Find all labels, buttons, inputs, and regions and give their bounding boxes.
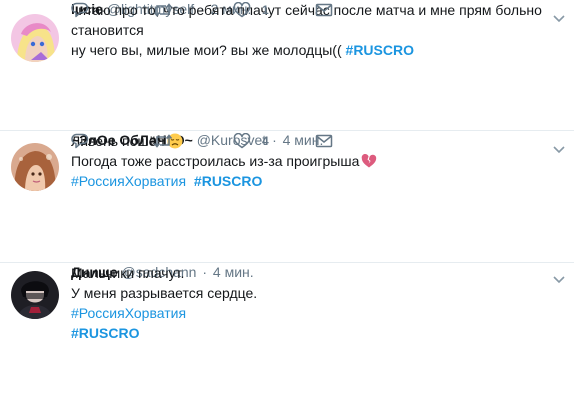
tweet-actions: 4	[71, 131, 371, 151]
direct-message-button[interactable]	[315, 0, 333, 20]
tweet-text-line: Погода тоже расстроилась из-за проигрыша	[71, 153, 360, 169]
tweet-text-line: Мальчики плачут.	[71, 265, 185, 281]
retweet-icon	[153, 134, 173, 148]
tweet-feed: lucie @lightitmyself · 2 мин. читаю про …	[0, 0, 574, 418]
hashtag-line: #РоссияХорватия	[71, 303, 561, 323]
hashtag-line: #РоссияХорватия #RUSCRO	[71, 171, 561, 191]
retweet-button[interactable]	[153, 0, 173, 20]
like-button[interactable]: 4	[233, 131, 269, 151]
avatar[interactable]	[11, 14, 59, 62]
reply-icon	[71, 133, 89, 149]
like-button[interactable]: 1	[233, 0, 269, 20]
hashtag-link[interactable]: #РоссияХорватия	[71, 173, 186, 189]
reply-icon	[71, 2, 89, 18]
hashtag-line: #RUSCRO	[71, 323, 561, 343]
direct-message-button[interactable]	[315, 131, 333, 151]
tweet-actions: 1	[71, 0, 371, 20]
envelope-icon	[315, 134, 333, 148]
tweet-text: Мальчики плачут. У меня разрывается серд…	[71, 263, 561, 418]
heart-icon	[233, 133, 251, 149]
broken-heart-icon	[362, 153, 377, 168]
envelope-icon	[315, 3, 333, 17]
tweet-text-line: ну чего вы, милые мои? вы же молодцы((	[71, 42, 342, 58]
avatar[interactable]	[11, 143, 59, 191]
like-count: 1	[262, 3, 269, 17]
retweet-button[interactable]	[153, 131, 173, 151]
hashtag-link[interactable]: #RUSCRO	[71, 325, 139, 341]
tweet-text-line: Погода тоже расстроилась из-за проигрыша	[71, 151, 561, 171]
reply-button[interactable]	[71, 0, 89, 20]
hashtag-link[interactable]: #RUSCRO	[346, 42, 414, 58]
avatar[interactable]	[11, 271, 59, 319]
tweet-text-line: становится	[71, 22, 144, 38]
hashtag-link[interactable]: #РоссияХорватия	[71, 305, 186, 321]
tweet-text-line: ну чего вы, милые мои? вы же молодцы(( #…	[71, 40, 561, 60]
heart-icon	[233, 2, 251, 18]
like-count: 4	[262, 134, 269, 148]
tweet-text-line: У меня разрывается сердце.	[71, 285, 258, 301]
reply-button[interactable]	[71, 131, 89, 151]
hashtag-link[interactable]: #RUSCRO	[194, 173, 262, 189]
retweet-icon	[153, 3, 173, 17]
